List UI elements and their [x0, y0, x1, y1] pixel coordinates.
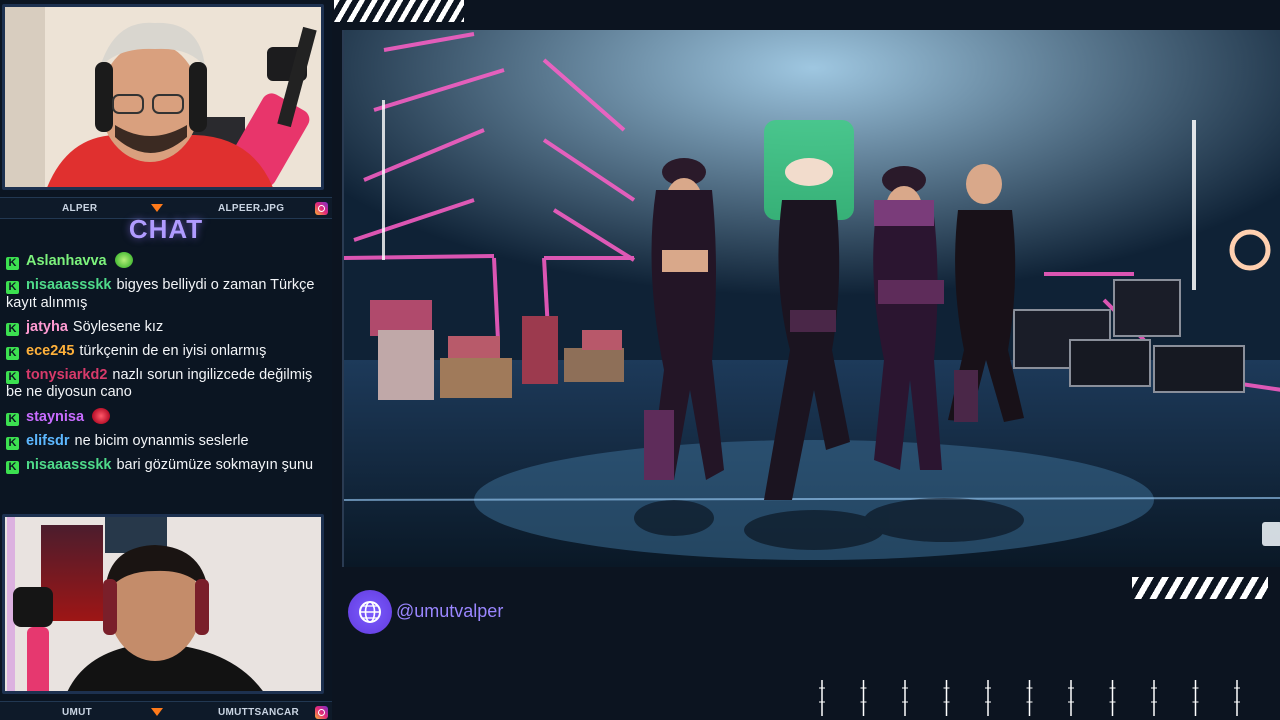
kick-badge-icon: K: [6, 413, 19, 426]
chat-text: türkçenin de en iyisi onlarmış: [79, 342, 267, 359]
kick-badge-icon: K: [6, 346, 19, 360]
chat-list: K Aslanhavva Knisaaassskk bigyes belliydi o…: [6, 252, 324, 481]
instagram-icon[interactable]: [315, 706, 328, 719]
webcam-bottom: [2, 514, 324, 694]
nameplate-bottom: UMUT UMUTTSANCAR: [0, 701, 332, 720]
globe-icon[interactable]: [348, 590, 392, 634]
kick-badge-icon: K: [6, 257, 19, 270]
chat-username[interactable]: nisaaassskk: [26, 277, 111, 293]
chat-message: Knisaaassskk bari gözümüze sokmayın şunu: [6, 457, 324, 475]
video-player[interactable]: [342, 30, 1280, 567]
left-panel: ALPER ALPEER.JPG CHAT K Aslanhavva Knisaaa…: [0, 0, 332, 720]
globe-icon-glyph: [359, 601, 381, 623]
chat-message: Kelifsdr ne bicim oynanmis seslerle: [6, 433, 324, 451]
webcam-top: [2, 4, 324, 190]
chat-username[interactable]: ece245: [26, 343, 74, 359]
chat-message: Kece245 türkçenin de en iyisi onlarmış: [6, 343, 324, 361]
audio-visualizer: [819, 680, 1240, 716]
chat-message: Kstaynisa: [6, 408, 324, 427]
chat-message: Knisaaassskk bigyes belliydi o zaman Türk…: [6, 277, 324, 312]
chat-username[interactable]: Aslanhavva: [26, 253, 107, 269]
chat-message: Kjatyha Söylesene kız: [6, 319, 324, 337]
streamer-handle-top: ALPEER.JPG: [218, 203, 285, 214]
chat-text: Söylesene kız: [72, 318, 164, 335]
video-stage-image: [344, 30, 1280, 567]
streamer-name-bottom: UMUT: [62, 707, 93, 718]
chat-message: K Aslanhavva: [6, 252, 324, 271]
arrow-down-icon: [151, 204, 163, 212]
webcam-bottom-image: [5, 517, 321, 691]
chat-username[interactable]: jatyha: [26, 319, 68, 335]
chat-message: Ktonysiarkd2 nazlı sorun ingilizcede deği…: [6, 367, 324, 402]
emote-icon: [92, 408, 111, 424]
streamer-name-top: ALPER: [62, 203, 98, 214]
chat-username[interactable]: tonysiarkd2: [26, 367, 107, 383]
chat-text: ne bicim oynanmis seslerle: [74, 433, 249, 449]
decorative-stripes-top: [334, 0, 464, 22]
kick-badge-icon: K: [6, 461, 19, 474]
streamer-handle-bottom: UMUTTSANCAR: [218, 707, 300, 718]
emote-icon: [114, 252, 133, 268]
chat-username[interactable]: nisaaassskk: [26, 457, 111, 473]
kick-badge-icon: K: [6, 281, 19, 294]
arrow-down-icon: [151, 708, 163, 716]
social-handle-text[interactable]: @umutvalper: [396, 601, 503, 622]
decorative-stripes-right: [1132, 577, 1268, 599]
kick-badge-icon: K: [6, 437, 19, 450]
chat-text: bari gözümüze sokmayın şunu: [116, 457, 314, 473]
chat-username[interactable]: elifsdr: [26, 433, 70, 449]
chat-title: CHAT: [128, 214, 204, 244]
kick-badge-icon: K: [6, 370, 19, 384]
chat-username[interactable]: staynisa: [26, 409, 84, 425]
webcam-top-image: [5, 7, 321, 187]
kick-badge-icon: K: [6, 322, 19, 336]
